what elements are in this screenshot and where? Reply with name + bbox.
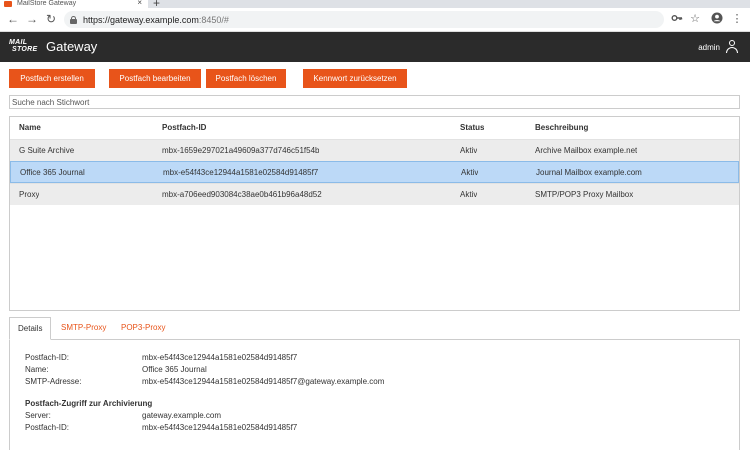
- mailbox-table: Name Postfach-ID Status Beschreibung G S…: [9, 116, 740, 311]
- search-input[interactable]: [9, 95, 740, 109]
- cell-name: G Suite Archive: [19, 146, 75, 155]
- field-value-name: Office 365 Journal: [142, 365, 207, 374]
- field-label-server: Server:: [25, 411, 51, 420]
- cell-status: Aktiv: [461, 168, 479, 177]
- field-label-access-mailbox-id: Postfach-ID:: [25, 423, 70, 432]
- browser-tab-strip: MailStore Gateway × +: [0, 0, 750, 9]
- browser-tab[interactable]: MailStore Gateway ×: [0, 0, 148, 8]
- profile-icon[interactable]: [710, 12, 724, 26]
- tab-details[interactable]: Details: [9, 317, 52, 340]
- tab-close-icon[interactable]: ×: [137, 0, 142, 7]
- column-header-description[interactable]: Beschreibung: [535, 117, 588, 139]
- field-value-access-mailbox-id: mbx-e54f43ce12944a1581e02584d91485f7: [142, 423, 298, 432]
- app-title: Gateway: [46, 39, 98, 54]
- cell-description: Archive Mailbox example.net: [535, 146, 638, 155]
- key-icon[interactable]: [670, 12, 684, 26]
- column-header-status[interactable]: Status: [460, 117, 484, 139]
- address-url: https://gateway.example.com:8450/#: [83, 14, 229, 25]
- table-row-selected[interactable]: Office 365 Journal mbx-e54f43ce12944a158…: [10, 161, 739, 183]
- field-label-name: Name:: [25, 365, 49, 374]
- browser-toolbar: ← → ↻ https://gateway.example.com:8450/#…: [0, 8, 750, 32]
- column-header-name[interactable]: Name: [19, 117, 41, 139]
- user-name[interactable]: admin: [698, 43, 720, 52]
- create-mailbox-button[interactable]: Postfach erstellen: [9, 69, 95, 88]
- user-icon[interactable]: [726, 40, 738, 53]
- cell-description: Journal Mailbox example.com: [536, 168, 642, 177]
- forward-arrow-icon[interactable]: →: [24, 11, 40, 27]
- reset-password-button[interactable]: Kennwort zurücksetzen: [303, 69, 407, 88]
- cell-name: Proxy: [19, 190, 40, 199]
- cell-description: SMTP/POP3 Proxy Mailbox: [535, 190, 634, 199]
- delete-mailbox-button[interactable]: Postfach löschen: [206, 69, 286, 88]
- cell-name: Office 365 Journal: [20, 168, 85, 177]
- cell-id: mbx-1659e297021a49609a377d746c51f54b: [162, 146, 320, 155]
- mailstore-logo: MAIL STORE: [9, 39, 38, 53]
- cell-status: Aktiv: [460, 190, 478, 199]
- cell-id: mbx-a706eed903084c38ae0b461b96a48d52: [162, 190, 322, 199]
- tab-pop3-proxy[interactable]: POP3-Proxy: [113, 317, 173, 340]
- menu-kebab-icon[interactable]: ⋮: [730, 12, 744, 26]
- app-header: MAIL STORE Gateway admin: [0, 32, 750, 62]
- field-value-server: gateway.example.com: [142, 411, 221, 420]
- back-arrow-icon[interactable]: ←: [5, 11, 21, 27]
- reload-icon[interactable]: ↻: [43, 11, 59, 27]
- details-panel: Postfach-ID: mbx-e54f43ce12944a1581e0258…: [9, 339, 740, 450]
- field-label-smtp-address: SMTP-Adresse:: [25, 377, 82, 386]
- cell-id: mbx-e54f43ce12944a1581e02584d91485f7: [163, 168, 319, 177]
- lock-icon: [70, 15, 77, 24]
- table-header: Name Postfach-ID Status Beschreibung: [10, 117, 739, 139]
- mailstore-favicon-icon: [4, 1, 12, 7]
- browser-tab-title: MailStore Gateway: [17, 0, 77, 7]
- address-bar[interactable]: https://gateway.example.com:8450/#: [64, 11, 664, 28]
- column-header-id[interactable]: Postfach-ID: [162, 117, 206, 139]
- section-title-archive-access: Postfach-Zugriff zur Archivierung: [25, 399, 153, 408]
- field-value-mailbox-id: mbx-e54f43ce12944a1581e02584d91485f7: [142, 353, 298, 362]
- field-value-smtp-address: mbx-e54f43ce12944a1581e02584d91485f7@gat…: [142, 377, 385, 386]
- bookmark-star-icon[interactable]: ☆: [688, 12, 702, 26]
- edit-mailbox-button[interactable]: Postfach bearbeiten: [109, 69, 201, 88]
- tab-smtp-proxy[interactable]: SMTP-Proxy: [53, 317, 114, 340]
- cell-status: Aktiv: [460, 146, 478, 155]
- details-tab-bar: Details SMTP-Proxy POP3-Proxy: [9, 317, 740, 340]
- table-row[interactable]: Proxy mbx-a706eed903084c38ae0b461b96a48d…: [10, 183, 739, 205]
- table-row[interactable]: G Suite Archive mbx-1659e297021a49609a37…: [10, 139, 739, 161]
- field-label-mailbox-id: Postfach-ID:: [25, 353, 70, 362]
